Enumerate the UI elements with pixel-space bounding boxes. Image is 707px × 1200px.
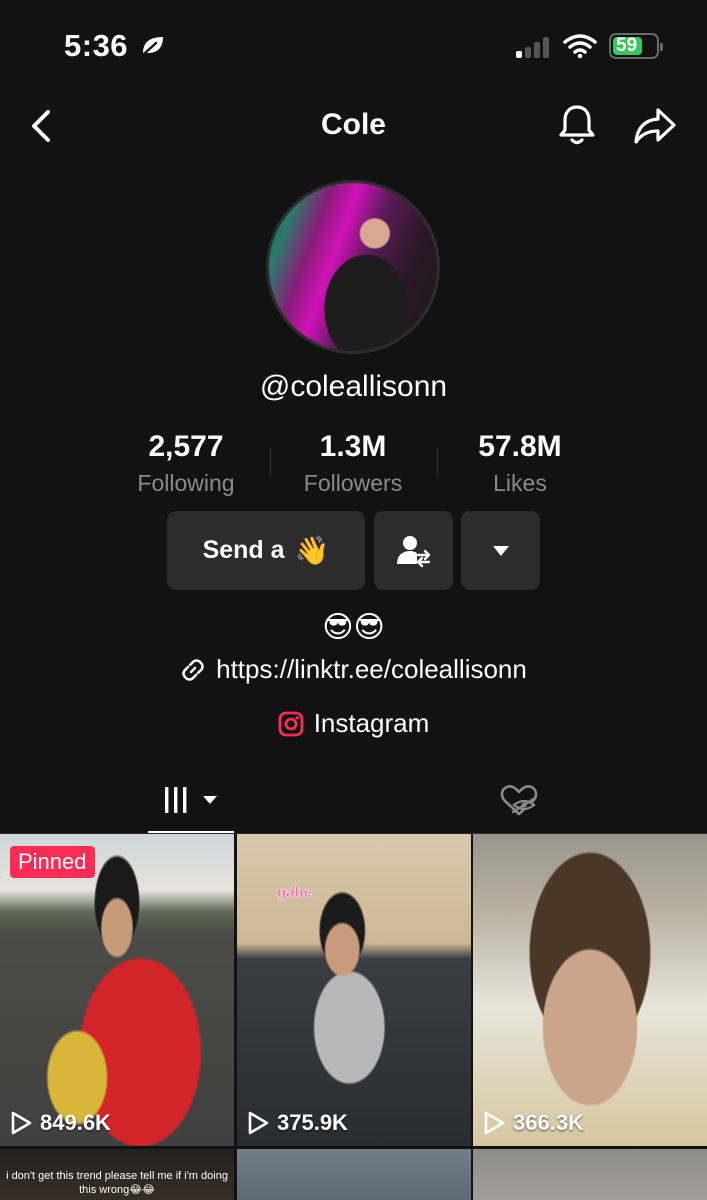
caret-down-icon (492, 545, 509, 556)
suggested-accounts-button[interactable] (374, 511, 453, 590)
person-swap-icon (396, 535, 430, 567)
view-count: 849.6K (10, 1110, 111, 1136)
wave-emoji: 👋 (294, 535, 330, 566)
link-icon (182, 658, 204, 681)
battery-indicator: 59 (609, 33, 663, 59)
view-count-text: 366.3K (513, 1110, 584, 1135)
profile-bio: 😎😎 (322, 611, 385, 644)
stat-likes-label: Likes (493, 470, 547, 496)
play-icon (248, 1111, 269, 1135)
video-thumbnail[interactable]: 366.3K (473, 834, 707, 1146)
send-wave-label: Send a (202, 536, 285, 564)
status-bar: 5:36 59 (0, 0, 707, 90)
tab-videos[interactable] (148, 768, 234, 834)
view-count-text: 375.9K (277, 1110, 348, 1135)
notification-bell-icon[interactable] (556, 102, 598, 148)
video-thumbnail[interactable] (237, 1149, 471, 1200)
view-count: 375.9K (247, 1110, 348, 1136)
play-icon (11, 1111, 32, 1135)
share-icon[interactable] (632, 104, 678, 146)
profile-link[interactable]: https://linktr.ee/coleallisonn (0, 654, 707, 685)
video-thumbnail[interactable]: gabe 375.9K (237, 834, 471, 1146)
profile-avatar[interactable] (266, 180, 440, 354)
battery-percent: 59 (616, 35, 638, 56)
wifi-icon (563, 34, 597, 59)
tab-liked-videos[interactable] (476, 768, 562, 834)
video-overlay-text: gabe (277, 884, 313, 902)
profile-link-text: https://linktr.ee/coleallisonn (216, 654, 527, 684)
view-count: 366.3K (483, 1110, 584, 1136)
instagram-icon (278, 711, 304, 736)
view-count-text: 849.6K (40, 1110, 111, 1135)
stat-followers-value: 1.3M (319, 430, 387, 463)
stat-likes-value: 57.8M (478, 430, 562, 463)
stat-followers-label: Followers (303, 470, 403, 496)
video-thumbnail[interactable]: i don't get this trend please tell me if… (0, 1149, 234, 1200)
send-wave-button[interactable]: Send a 👋 (167, 511, 365, 590)
stat-followers[interactable]: 1.3M Followers (268, 430, 438, 497)
pinned-badge: Pinned (10, 846, 95, 878)
more-options-button[interactable] (461, 511, 540, 590)
profile-username: @coleallisonn (259, 370, 448, 403)
instagram-label: Instagram (313, 708, 430, 738)
instagram-link[interactable]: Instagram (0, 708, 707, 739)
video-thumbnail[interactable]: Pinned 849.6K (0, 834, 234, 1146)
page-title: Cole (320, 108, 386, 141)
video-thumbnail[interactable] (473, 1149, 707, 1200)
leaf-icon (142, 37, 163, 56)
play-icon (484, 1111, 505, 1135)
stat-following[interactable]: 2,577 Following (101, 430, 271, 497)
stat-following-value: 2,577 (148, 430, 224, 463)
stat-likes[interactable]: 57.8M Likes (435, 430, 605, 497)
video-overlay-text: i don't get this trend please tell me if… (6, 1170, 228, 1196)
hidden-heart-icon (500, 785, 538, 816)
videos-grid-icon (165, 786, 187, 813)
status-time: 5:36 (64, 28, 129, 63)
caret-down-icon (203, 795, 217, 804)
stat-following-label: Following (137, 470, 235, 496)
cellular-signal-icon (516, 36, 549, 58)
